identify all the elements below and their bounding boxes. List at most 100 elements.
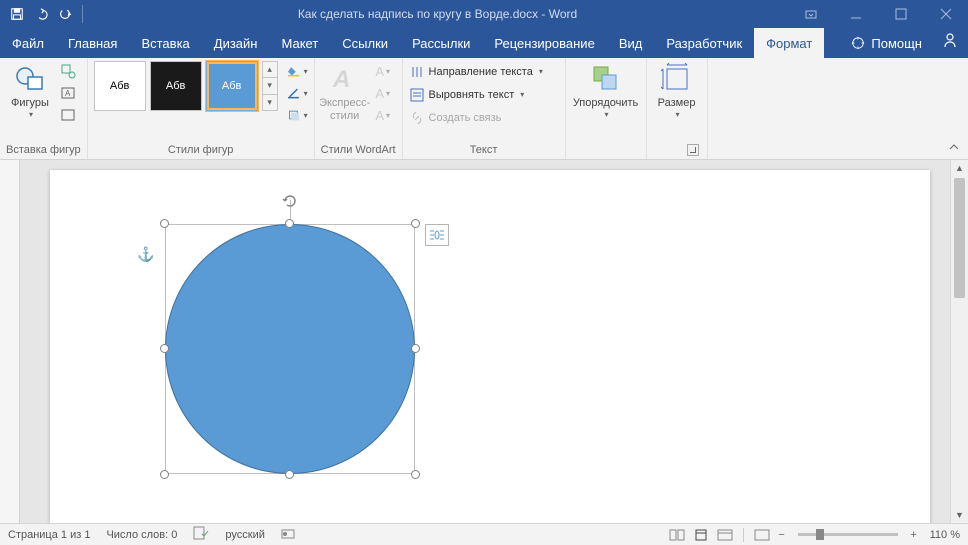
anchor-icon[interactable]: ⚓ [137, 246, 154, 263]
page[interactable]: ⚓ [50, 170, 930, 523]
group-size: Размер ▾ [647, 58, 708, 159]
tab-home[interactable]: Главная [56, 28, 129, 58]
selected-shape[interactable]: ⚓ [165, 224, 415, 474]
separator [743, 528, 744, 542]
tell-me-help[interactable]: Помощн [841, 28, 932, 58]
text-outline-icon: A▾ [373, 83, 393, 103]
text-direction-button[interactable]: Направление текста▾ [409, 61, 559, 82]
save-icon[interactable] [6, 3, 28, 25]
group-insert-shapes: Фигуры ▾ A Вставка фигур [0, 58, 88, 159]
close-icon[interactable] [923, 0, 968, 28]
document-viewport[interactable]: ⚓ [20, 160, 950, 523]
resize-handle-n[interactable] [285, 219, 294, 228]
gallery-more-button[interactable]: ▴▾▾ [262, 61, 278, 111]
wordart-styles-label: Экспресс-стили [319, 97, 370, 122]
shapes-button[interactable]: Фигуры ▾ [6, 61, 54, 121]
group-label-wordart: Стили WordArt [321, 142, 396, 159]
tab-developer[interactable]: Разработчик [654, 28, 754, 58]
zoom-out-button[interactable]: − [774, 529, 790, 541]
rotate-handle-icon[interactable] [281, 192, 299, 213]
svg-text:A: A [65, 89, 71, 98]
minimize-icon[interactable] [833, 0, 878, 28]
zoom-in-button[interactable]: + [906, 529, 922, 541]
arrange-icon [590, 63, 622, 95]
shape-style-gallery[interactable]: Абв Абв Абв ▴▾▾ [94, 61, 278, 111]
share-icon[interactable] [938, 28, 962, 52]
scroll-down-icon[interactable]: ▼ [951, 507, 968, 523]
zoom-slider[interactable] [798, 533, 898, 536]
group-arrange: Упорядочить ▾ [566, 58, 647, 159]
tab-insert[interactable]: Вставка [129, 28, 201, 58]
shape-effects-icon[interactable]: ▾ [288, 105, 308, 125]
macro-recording-icon[interactable] [281, 526, 295, 543]
style-thumb-3-selected[interactable]: Абв [206, 61, 258, 111]
redo-icon[interactable] [54, 3, 76, 25]
circle-shape[interactable] [165, 224, 415, 474]
undo-icon[interactable] [30, 3, 52, 25]
resize-handle-e[interactable] [411, 344, 420, 353]
maximize-icon[interactable] [878, 0, 923, 28]
draw-text-box-icon[interactable] [58, 105, 78, 125]
align-text-button[interactable]: Выровнять текст▾ [409, 84, 559, 105]
size-icon [661, 63, 693, 95]
status-bar: Страница 1 из 1 Число слов: 0 русский − … [0, 523, 968, 545]
tab-mailings[interactable]: Рассылки [400, 28, 482, 58]
window-title: Как сделать надпись по кругу в Ворде.doc… [87, 7, 788, 21]
tab-view[interactable]: Вид [607, 28, 655, 58]
style-thumb-1[interactable]: Абв [94, 61, 146, 111]
shape-outline-icon[interactable]: ▾ [288, 83, 308, 103]
resize-handle-sw[interactable] [160, 470, 169, 479]
zoom-level[interactable]: 110 % [930, 529, 960, 541]
tab-review[interactable]: Рецензирование [482, 28, 606, 58]
group-label-insert-shapes: Вставка фигур [6, 142, 81, 159]
arrange-label: Упорядочить [573, 97, 638, 110]
tab-references[interactable]: Ссылки [330, 28, 400, 58]
resize-handle-s[interactable] [285, 470, 294, 479]
link-icon [409, 110, 425, 126]
collapse-ribbon-icon[interactable] [946, 139, 962, 155]
group-spacer-2 [653, 142, 701, 159]
vertical-ruler[interactable] [0, 160, 20, 523]
text-fill-icon: A▾ [373, 61, 393, 81]
language-indicator[interactable]: русский [225, 529, 264, 541]
tab-design[interactable]: Дизайн [202, 28, 270, 58]
group-label-text: Текст [409, 142, 559, 159]
page-indicator[interactable]: Страница 1 из 1 [8, 529, 90, 541]
resize-handle-ne[interactable] [411, 219, 420, 228]
arrange-button[interactable]: Упорядочить ▾ [572, 61, 640, 121]
shape-fill-icon[interactable]: ▾ [288, 61, 308, 81]
tab-layout[interactable]: Макет [269, 28, 330, 58]
layout-options-icon[interactable] [425, 224, 449, 246]
size-button[interactable]: Размер ▾ [653, 61, 701, 121]
style-thumb-2[interactable]: Абв [150, 61, 202, 111]
resize-handle-nw[interactable] [160, 219, 169, 228]
dialog-launcher-icon[interactable] [687, 144, 699, 156]
ribbon-tabs: Файл Главная Вставка Дизайн Макет Ссылки… [0, 28, 968, 58]
text-box-icon[interactable]: A [58, 83, 78, 103]
resize-handle-se[interactable] [411, 470, 420, 479]
zoom-slider-thumb[interactable] [816, 529, 824, 540]
text-effects-icon: A▾ [373, 105, 393, 125]
ribbon: Фигуры ▾ A Вставка фигур Абв Абв Абв ▴▾▾… [0, 58, 968, 160]
scroll-thumb[interactable] [954, 178, 965, 298]
group-spacer [572, 142, 640, 159]
size-label: Размер [658, 97, 696, 110]
tab-format[interactable]: Формат [754, 28, 824, 58]
edit-shape-icon[interactable] [58, 61, 78, 81]
title-bar: Как сделать надпись по кругу в Ворде.doc… [0, 0, 968, 28]
vertical-scrollbar[interactable]: ▲ ▼ [950, 160, 968, 523]
spellcheck-icon[interactable] [193, 526, 209, 543]
align-text-icon [409, 87, 425, 103]
tab-file[interactable]: Файл [0, 28, 56, 58]
help-label: Помощн [871, 36, 922, 51]
word-count[interactable]: Число слов: 0 [106, 529, 177, 541]
shapes-icon [14, 63, 46, 95]
ribbon-options-icon[interactable] [788, 0, 833, 28]
wordart-quick-styles-button[interactable]: A Экспресс-стили [321, 61, 369, 124]
scroll-up-icon[interactable]: ▲ [951, 160, 968, 176]
wordart-icon: A [329, 63, 361, 95]
svg-text:A: A [332, 66, 350, 93]
chevron-down-icon: ▾ [29, 110, 33, 119]
resize-handle-w[interactable] [160, 344, 169, 353]
quick-access-toolbar [0, 3, 87, 25]
